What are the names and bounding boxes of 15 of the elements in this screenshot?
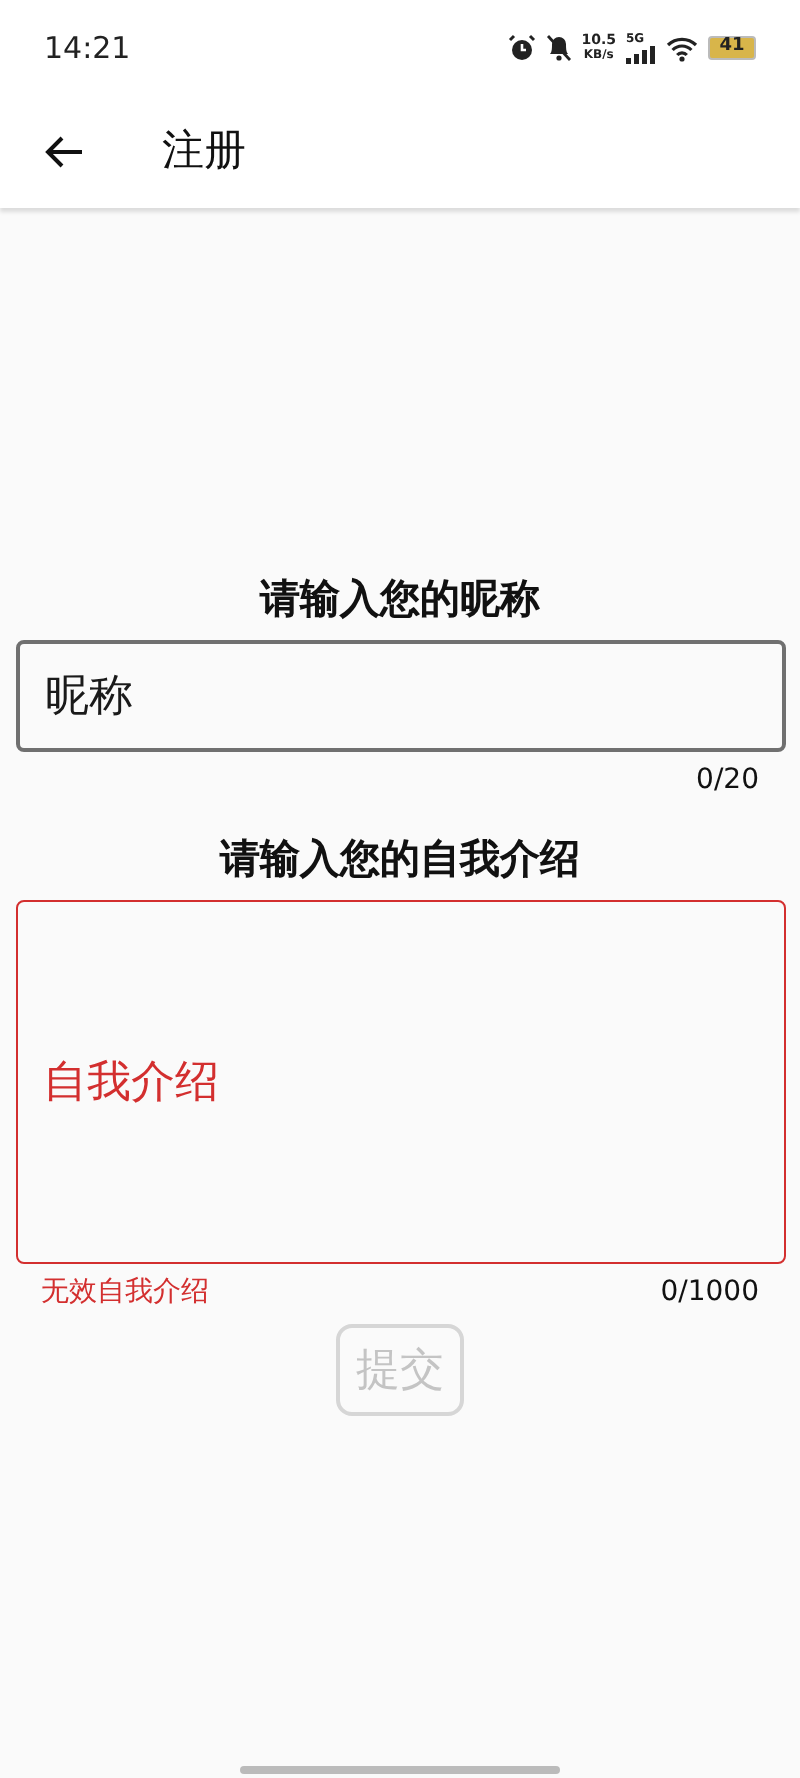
alarm-icon — [507, 34, 536, 62]
field-label: 请输入您的自我介绍 — [220, 832, 580, 886]
battery-indicator: 41 — [708, 36, 756, 60]
muted-bell-icon — [545, 34, 572, 62]
input-field[interactable]: 昵称 — [15, 640, 785, 752]
text-area[interactable]: 自我介绍 — [15, 900, 785, 1264]
status-time: 14:21 — [44, 27, 131, 70]
character-counter: 0/1000 — [660, 1273, 759, 1311]
page-title: 注册 — [162, 124, 246, 179]
signal-icon — [626, 46, 656, 64]
wifi-icon — [666, 35, 698, 61]
back-arrow-icon — [44, 134, 84, 170]
error-message: 无效自我介绍 — [41, 1273, 209, 1311]
field-label: 请输入您的昵称 — [260, 572, 540, 626]
character-counter: 0/20 — [696, 761, 759, 799]
